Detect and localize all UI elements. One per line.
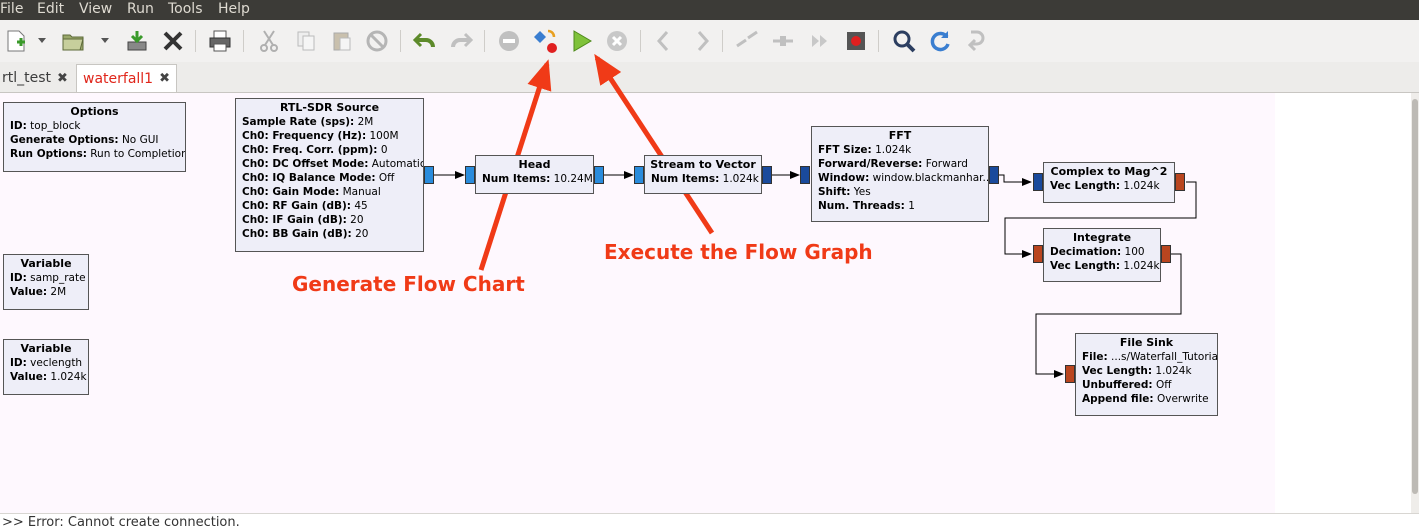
- new-icon[interactable]: [0, 25, 32, 57]
- bypass-icon[interactable]: [804, 25, 836, 57]
- open-icon[interactable]: [57, 25, 89, 57]
- menu-run[interactable]: Run: [127, 1, 154, 17]
- toolbar-separator: [878, 30, 879, 52]
- integrate-block[interactable]: Integrate Decimation: 100 Vec Length: 1.…: [1043, 228, 1161, 282]
- rotate-right-icon[interactable]: [686, 25, 718, 57]
- execute-icon[interactable]: [565, 25, 597, 57]
- tab-label: rtl_test: [2, 70, 52, 86]
- head-block[interactable]: Head Num Items: 10.24M: [475, 155, 594, 194]
- toolbar-separator: [195, 30, 196, 52]
- stop-icon[interactable]: [840, 25, 872, 57]
- rtl-sdr-source-block[interactable]: RTL-SDR Source Sample Rate (sps): 2M Ch0…: [235, 98, 424, 252]
- save-icon[interactable]: [121, 25, 153, 57]
- filesink-input-port[interactable]: [1065, 365, 1075, 383]
- block-title: File Sink: [1119, 336, 1174, 349]
- status-message: >> Error: Cannot create connection.: [2, 515, 240, 530]
- menu-bar: File Edit View Run Tools Help: [0, 0, 1419, 20]
- head-input-port[interactable]: [465, 166, 475, 184]
- integrate-input-port[interactable]: [1033, 245, 1043, 263]
- tab-label: waterfall1: [83, 70, 154, 87]
- block-title: Complex to Mag^2: [1050, 165, 1168, 178]
- toolbar-separator: [640, 30, 641, 52]
- undo-icon[interactable]: [409, 25, 441, 57]
- disable-icon[interactable]: [493, 25, 525, 57]
- tab-rtl-test[interactable]: rtl_test ✖: [0, 64, 72, 92]
- reload-icon[interactable]: [924, 25, 956, 57]
- print-icon[interactable]: [204, 25, 236, 57]
- variable-samp-rate-block[interactable]: Variable ID: samp_rate Value: 2M: [3, 254, 89, 310]
- stream-to-vector-block[interactable]: Stream to Vector Num Items: 1.024k: [644, 155, 762, 194]
- rotate-left-icon[interactable]: [648, 25, 680, 57]
- generate-icon[interactable]: [529, 25, 561, 57]
- execute-annotation-label: Execute the Flow Graph: [604, 240, 873, 264]
- close-tab-icon[interactable]: ✖: [159, 71, 170, 86]
- status-bar: >> Error: Cannot create connection.: [0, 513, 1419, 531]
- new-dropdown-icon[interactable]: [38, 38, 46, 43]
- find-icon[interactable]: [888, 25, 920, 57]
- redo-icon[interactable]: [445, 25, 477, 57]
- fft-block[interactable]: FFT FFT Size: 1.024k Forward/Reverse: Fo…: [811, 126, 989, 222]
- open-dropdown-icon[interactable]: [101, 38, 109, 43]
- block-title: Options: [70, 105, 119, 118]
- menu-file[interactable]: File: [0, 1, 23, 17]
- c2m-input-port[interactable]: [1033, 173, 1043, 191]
- flowgraph-canvas[interactable]: [0, 93, 1275, 513]
- close-tab-icon[interactable]: ✖: [57, 71, 68, 86]
- s2v-input-port[interactable]: [634, 166, 644, 184]
- toolbar: [0, 20, 1419, 63]
- block-title: Stream to Vector: [650, 158, 756, 171]
- options-block[interactable]: Options ID: top_block Generate Options: …: [3, 102, 186, 172]
- complex-to-mag-block[interactable]: Complex to Mag^2 Vec Length: 1.024k: [1043, 162, 1175, 203]
- tab-bar: rtl_test ✖ waterfall1 ✖: [0, 62, 1419, 93]
- cut-icon[interactable]: [253, 25, 285, 57]
- canvas-margin: [1275, 93, 1411, 513]
- connect-icon[interactable]: [767, 25, 799, 57]
- vertical-scrollbar[interactable]: [1411, 93, 1419, 513]
- disconnect-icon[interactable]: [731, 25, 763, 57]
- c2m-output-port[interactable]: [1175, 173, 1185, 191]
- toolbar-separator: [400, 30, 401, 52]
- s2v-output-port[interactable]: [762, 166, 772, 184]
- kill-icon[interactable]: [601, 25, 633, 57]
- paste-icon[interactable]: [326, 25, 358, 57]
- fft-output-port[interactable]: [989, 166, 999, 184]
- toolbar-separator: [243, 30, 244, 52]
- copy-icon[interactable]: [290, 25, 322, 57]
- toolbar-separator: [722, 30, 723, 52]
- delete-icon[interactable]: [361, 25, 393, 57]
- rtl-output-port[interactable]: [424, 166, 434, 184]
- generate-annotation-label: Generate Flow Chart: [292, 272, 525, 296]
- variable-veclength-block[interactable]: Variable ID: veclength Value: 1.024k: [3, 339, 89, 395]
- menu-edit[interactable]: Edit: [37, 1, 64, 17]
- toolbar-separator: [484, 30, 485, 52]
- tab-waterfall1[interactable]: waterfall1 ✖: [76, 64, 177, 92]
- integrate-output-port[interactable]: [1161, 245, 1171, 263]
- close-icon[interactable]: [157, 25, 189, 57]
- block-title: Integrate: [1072, 231, 1132, 244]
- block-title: RTL-SDR Source: [279, 101, 380, 114]
- fft-input-port[interactable]: [800, 166, 810, 184]
- block-title: Variable: [20, 342, 72, 355]
- head-output-port[interactable]: [594, 166, 604, 184]
- scrollbar-thumb[interactable]: [1412, 99, 1418, 494]
- block-title: FFT: [888, 129, 912, 142]
- bypass-arrow-icon[interactable]: [960, 25, 992, 57]
- block-title: Variable: [20, 257, 72, 270]
- menu-tools[interactable]: Tools: [168, 1, 203, 17]
- menu-view[interactable]: View: [79, 1, 112, 17]
- block-title: Head: [518, 158, 551, 171]
- menu-help[interactable]: Help: [218, 1, 250, 17]
- file-sink-block[interactable]: File Sink File: ...s/Waterfall_Tutorial …: [1075, 333, 1218, 416]
